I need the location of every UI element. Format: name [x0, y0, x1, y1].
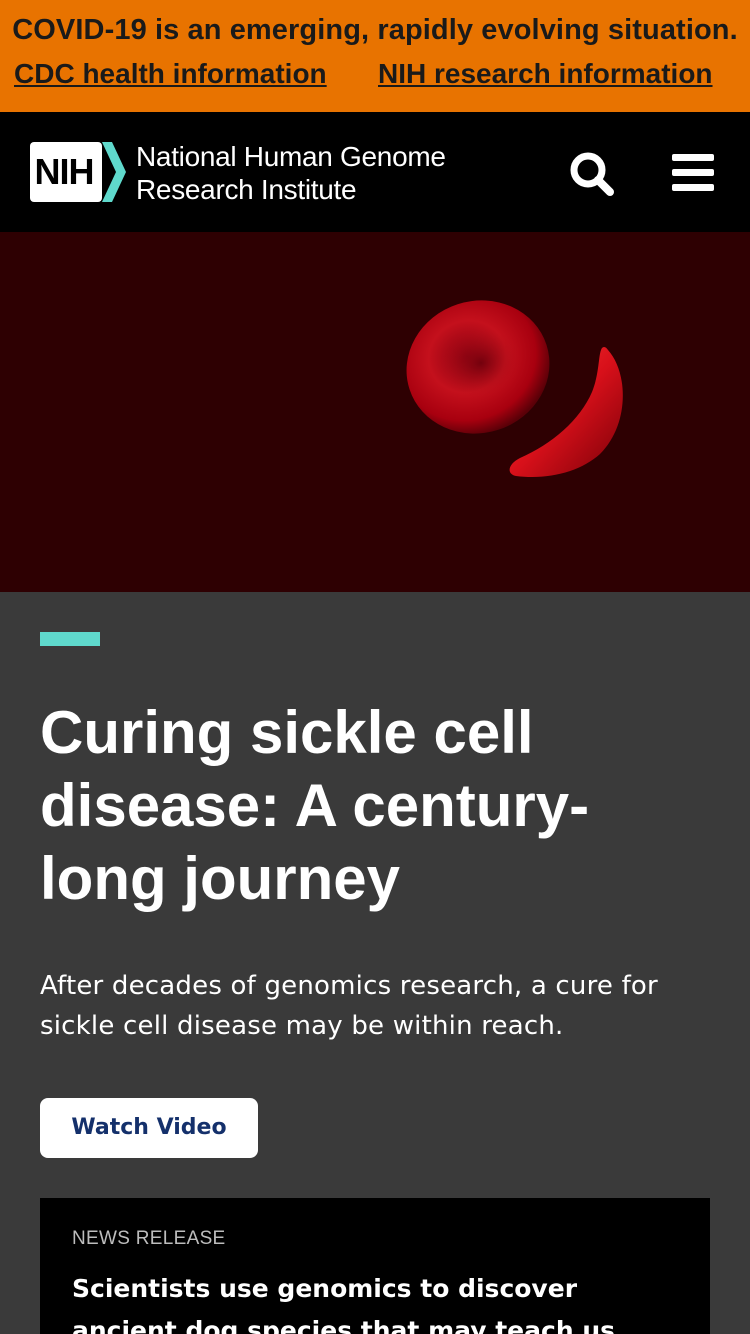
news-release-card[interactable]: NEWS RELEASE Scientists use genomics to … — [40, 1198, 710, 1334]
site-header: NIH National Human Genome Research Insti… — [0, 112, 750, 232]
hero-title: Curing sickle cell disease: A century-lo… — [40, 699, 590, 912]
search-button[interactable] — [568, 150, 618, 198]
org-name-line1: National Human Genome — [136, 141, 446, 172]
covid-message: COVID-19 is an emerging, rapidly evolvin… — [12, 14, 738, 46]
covid-links: CDC health information NIH research info… — [0, 58, 750, 98]
hamburger-menu-icon — [672, 154, 714, 191]
nih-logo-icon: NIH — [30, 142, 126, 202]
nih-research-info-link[interactable]: NIH research information — [378, 58, 713, 90]
covid-banner: COVID-19 is an emerging, rapidly evolvin… — [0, 0, 750, 112]
menu-button[interactable] — [668, 152, 718, 196]
search-icon — [570, 152, 614, 196]
nih-logo-text: NIH — [35, 151, 94, 192]
cdc-health-info-link[interactable]: CDC health information — [14, 58, 327, 90]
accent-bar — [40, 632, 100, 646]
watch-video-button[interactable]: Watch Video — [40, 1098, 258, 1158]
news-release-title[interactable]: Scientists use genomics to discover anci… — [72, 1268, 682, 1334]
hero-description: After decades of genomics research, a cu… — [40, 971, 658, 1041]
red-blood-cell — [406, 300, 550, 434]
org-name-line2: Research Institute — [136, 174, 357, 205]
blood-cells-illustration — [406, 300, 623, 478]
hero-section: Curing sickle cell disease: A century-lo… — [0, 592, 750, 1334]
news-release-label: NEWS RELEASE — [72, 1228, 226, 1249]
org-name: National Human Genome Research Institute — [136, 140, 516, 206]
hero-image — [0, 232, 750, 592]
